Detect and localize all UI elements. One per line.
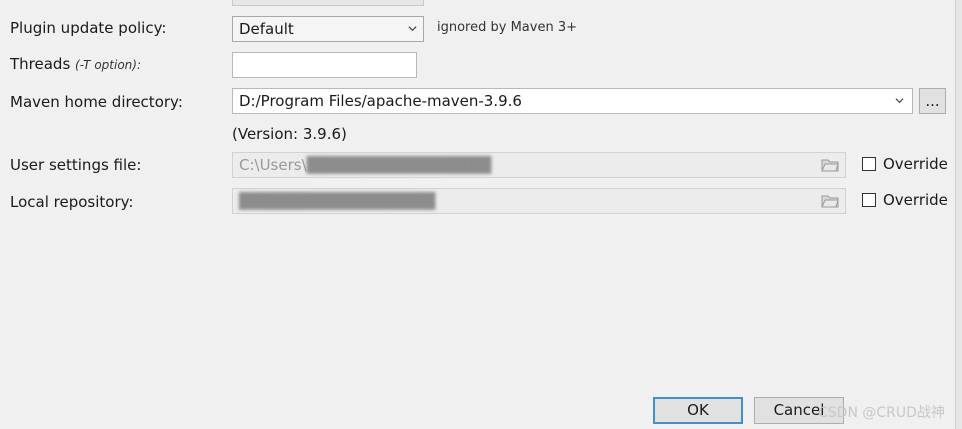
folder-icon[interactable] (821, 158, 839, 172)
right-edge-strip (955, 0, 962, 429)
user-settings-field: C:\Users\████████████████ (232, 152, 846, 178)
maven-home-label: Maven home directory: (10, 93, 183, 111)
maven-version-text: (Version: 3.9.6) (232, 125, 347, 143)
threads-label-text: Threads (10, 55, 71, 73)
local-repository-blurred: █████████████████ (239, 192, 436, 210)
local-repository-field: █████████████████ (232, 188, 846, 214)
chevron-down-icon (895, 98, 904, 104)
user-settings-blurred: ████████████████ (306, 156, 492, 174)
maven-home-browse-button[interactable]: ... (919, 88, 946, 114)
chevron-down-icon (408, 26, 417, 32)
cutoff-row-field (232, 0, 424, 6)
maven-home-value: D:/Program Files/apache-maven-3.9.6 (239, 92, 522, 110)
local-repository-label: Local repository: (10, 193, 134, 211)
watermark: CSDN @CRUD战神 (818, 405, 945, 421)
threads-input[interactable] (232, 52, 417, 78)
local-repository-override-label: Override (883, 191, 948, 209)
plugin-update-policy-note: ignored by Maven 3+ (437, 20, 577, 35)
ok-button[interactable]: OK (653, 397, 743, 424)
threads-label: Threads (-T option): (10, 55, 141, 73)
user-settings-override-label: Override (883, 155, 948, 173)
user-settings-override-checkbox[interactable] (862, 157, 876, 171)
user-settings-label: User settings file: (10, 156, 142, 174)
plugin-update-policy-value: Default (239, 20, 294, 38)
threads-hint: (-T option): (75, 58, 141, 72)
plugin-update-policy-label: Plugin update policy: (10, 19, 167, 37)
local-repository-override-checkbox[interactable] (862, 193, 876, 207)
user-settings-value: C:\Users\ (239, 156, 307, 174)
plugin-update-policy-select[interactable]: Default (232, 16, 424, 42)
folder-icon[interactable] (821, 194, 839, 208)
maven-home-combo[interactable]: D:/Program Files/apache-maven-3.9.6 (232, 88, 913, 114)
